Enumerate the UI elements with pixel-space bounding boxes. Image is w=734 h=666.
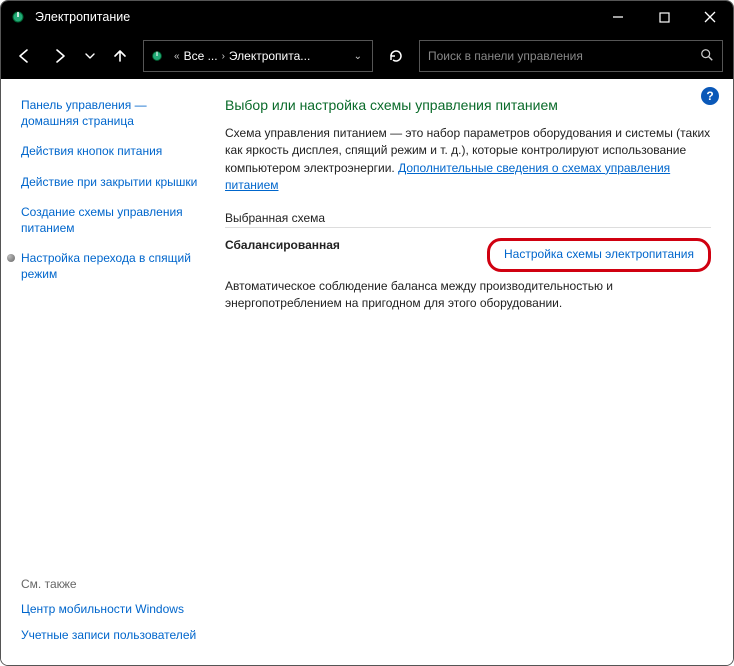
see-also-label: См. также: [21, 577, 201, 591]
titlebar: Электропитание: [1, 1, 733, 33]
content: Панель управления — домашняя страница Де…: [1, 79, 733, 665]
chevron-left-icon: «: [174, 51, 180, 62]
up-button[interactable]: [103, 39, 137, 73]
main: ? Выбор или настройка схемы управления п…: [213, 79, 733, 665]
section-label: Выбранная схема: [225, 211, 711, 228]
forward-button[interactable]: [43, 39, 77, 73]
window: Электропитание: [0, 0, 734, 666]
page-heading: Выбор или настройка схемы управления пит…: [225, 97, 711, 113]
search-input[interactable]: [428, 49, 694, 63]
sidebar-item-lid-action[interactable]: Действие при закрытии крышки: [21, 174, 201, 190]
power-icon: [9, 8, 27, 26]
plan-name: Сбалансированная: [225, 238, 340, 252]
chevron-right-icon: ›: [222, 51, 225, 62]
minimize-button[interactable]: [595, 1, 641, 33]
window-controls: [595, 1, 733, 33]
refresh-button[interactable]: [379, 39, 413, 73]
breadcrumb[interactable]: « Все ... › Электропита... ⌄: [143, 40, 373, 72]
sidebar: Панель управления — домашняя страница Де…: [1, 79, 213, 665]
sidebar-home-link[interactable]: Панель управления — домашняя страница: [21, 97, 201, 129]
window-title: Электропитание: [35, 10, 595, 24]
page-description: Схема управления питанием — это набор па…: [225, 125, 711, 195]
search-box[interactable]: [419, 40, 723, 72]
search-icon[interactable]: [700, 48, 714, 65]
maximize-button[interactable]: [641, 1, 687, 33]
sidebar-item-create-plan[interactable]: Создание схемы управления питанием: [21, 204, 201, 236]
breadcrumb-seg[interactable]: Все ...: [184, 49, 218, 63]
plan-description: Автоматическое соблюдение баланса между …: [225, 278, 711, 313]
plan-row: Сбалансированная Настройка схемы электро…: [225, 238, 711, 272]
sidebar-link-mobility-center[interactable]: Центр мобильности Windows: [21, 601, 201, 617]
recent-dropdown[interactable]: [79, 39, 101, 73]
help-button[interactable]: ?: [701, 87, 719, 105]
highlight-box: Настройка схемы электропитания: [487, 238, 711, 272]
sidebar-footer: См. также Центр мобильности Windows Учет…: [21, 577, 201, 653]
change-plan-settings-link[interactable]: Настройка схемы электропитания: [504, 247, 694, 261]
navbar: « Все ... › Электропита... ⌄: [1, 33, 733, 79]
chevron-down-icon[interactable]: ⌄: [348, 51, 368, 62]
sidebar-item-sleep-settings[interactable]: Настройка перехода в спящий режим: [21, 250, 201, 282]
back-button[interactable]: [7, 39, 41, 73]
close-button[interactable]: [687, 1, 733, 33]
power-icon: [148, 47, 166, 65]
sidebar-item-power-buttons[interactable]: Действия кнопок питания: [21, 143, 201, 159]
sidebar-link-user-accounts[interactable]: Учетные записи пользователей: [21, 627, 201, 643]
breadcrumb-seg[interactable]: Электропита...: [229, 49, 310, 63]
